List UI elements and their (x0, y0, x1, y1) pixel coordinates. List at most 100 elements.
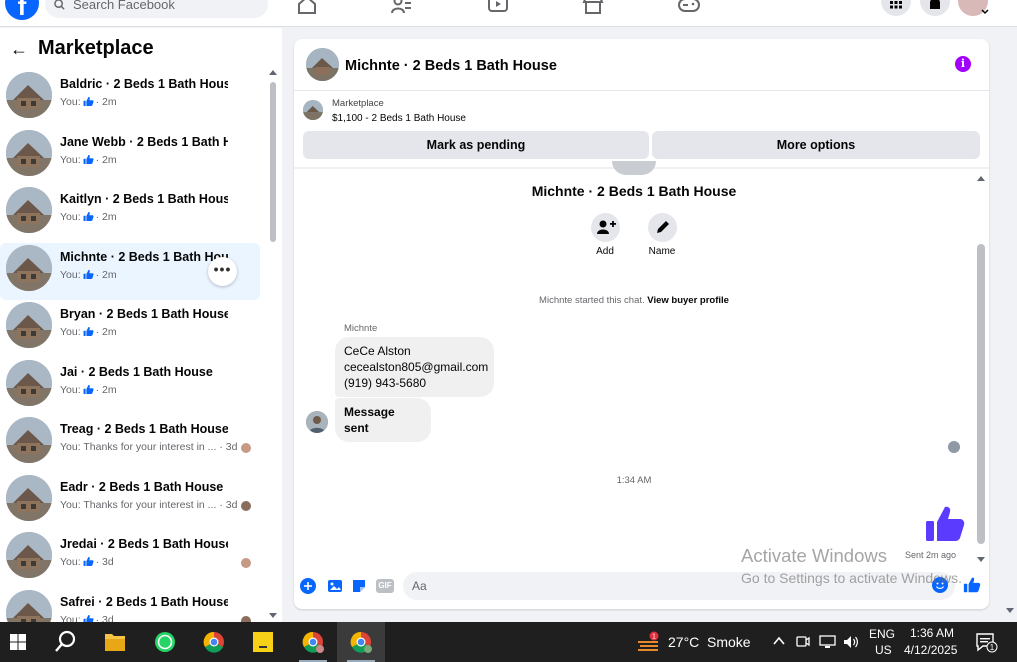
pencil-icon (656, 221, 669, 233)
notifications-button[interactable] (920, 0, 950, 16)
chevron-up-icon[interactable] (773, 636, 785, 646)
info-icon[interactable]: i (955, 56, 971, 72)
conversation-item[interactable]: Eadr · 2 Beds 1 Bath House You: Thanks fo… (0, 473, 260, 531)
conversation-item[interactable]: Treag · 2 Beds 1 Bath House You: Thanks f… (0, 415, 260, 473)
home-icon[interactable] (296, 0, 318, 14)
snippet-prefix: You: (60, 153, 81, 166)
sidebar-scrollbar[interactable] (268, 68, 278, 620)
conversation-item[interactable]: Michnte · 2 Beds 1 Bath House You: · 2m ••• (0, 242, 260, 300)
search-placeholder: Search Facebook (73, 0, 175, 12)
file-explorer-button[interactable] (91, 622, 139, 662)
conversation-item[interactable]: Safrei · 2 Beds 1 Bath House You: · 3d (0, 588, 260, 622)
conversation-list: Baldric · 2 Beds 1 Bath House You: · 2m Jan… (0, 70, 262, 622)
conversation-thumbnail (6, 129, 52, 176)
conversation-snippet: You: · 2m (60, 384, 117, 396)
chrome-active-button[interactable] (337, 622, 385, 662)
windows-taskbar: 1 27°C Smoke ENG US 1:36 AM 4/12/2025 1 (0, 622, 1017, 662)
back-arrow-icon[interactable]: ← (10, 39, 28, 60)
scrollbar-thumb[interactable] (977, 244, 985, 544)
friends-icon[interactable] (390, 0, 412, 14)
chevron-down-icon[interactable] (981, 9, 989, 15)
sidebar-title: Marketplace (38, 37, 154, 59)
view-buyer-profile-link[interactable]: View buyer profile (647, 295, 729, 306)
search-button[interactable] (41, 622, 89, 662)
activate-windows-instructions: Go to Settings to activate Windows. (741, 570, 962, 586)
house-photo-icon (6, 129, 52, 176)
bell-icon (930, 0, 940, 9)
conversation-item[interactable]: Kaitlyn · 2 Beds 1 Bath House You: · 2m (0, 185, 260, 243)
edit-name-action[interactable]: Name (642, 213, 682, 257)
thumbs-up-icon (83, 326, 94, 336)
keyboard-layout[interactable]: US (875, 643, 892, 657)
chrome-button[interactable] (190, 622, 238, 662)
sender-avatar[interactable] (306, 411, 328, 433)
facebook-logo[interactable]: f (5, 0, 39, 21)
house-photo-icon (306, 48, 339, 81)
seen-indicator-avatar (948, 441, 960, 453)
message-input-placeholder: Aa (412, 579, 427, 593)
thumbs-up-icon (83, 269, 94, 279)
search-input[interactable]: Search Facebook (45, 0, 268, 18)
house-photo-icon (6, 589, 52, 622)
snippet-prefix: You: (60, 211, 81, 223)
add-friend-action[interactable]: Add (585, 213, 625, 257)
incoming-message[interactable]: CeCe Alston cecealston805@gmail.com (919… (335, 337, 494, 397)
thumbs-up-sticker-icon (926, 506, 965, 541)
plus-icon[interactable] (300, 578, 316, 594)
clock-date[interactable]: 4/12/2025 (904, 643, 957, 657)
listing-thumbnail[interactable] (306, 48, 339, 81)
scroll-up-arrow[interactable] (269, 70, 277, 75)
scroll-up-arrow[interactable] (977, 176, 985, 181)
conversation-item[interactable]: Jai · 2 Beds 1 Bath House You: · 2m (0, 358, 260, 416)
conversation-snippet: You: · 2m (60, 96, 117, 108)
weather-icon[interactable]: 1 (636, 631, 662, 653)
conversation-snippet: You: Thanks for your interest in ... · 3… (60, 441, 237, 453)
menu-grid-button[interactable] (881, 0, 911, 16)
gif-button[interactable]: GIF (376, 579, 394, 593)
conversation-item[interactable]: Jredai · 2 Beds 1 Bath House You: · 3d (0, 530, 260, 588)
conversation-item[interactable]: Baldric · 2 Beds 1 Bath House You: · 2m (0, 70, 260, 128)
scroll-down-arrow[interactable] (977, 557, 985, 562)
chrome-profile-button[interactable] (289, 622, 337, 662)
mark-as-pending-button[interactable]: Mark as pending (303, 131, 649, 159)
house-photo-icon (6, 359, 52, 406)
snippet-time: · 3d (219, 498, 238, 511)
add-label: Add (596, 246, 614, 257)
network-icon[interactable] (819, 634, 836, 650)
gaming-icon[interactable] (678, 0, 700, 14)
marketplace-icon[interactable] (582, 0, 604, 14)
listing-thumbnail-small (303, 100, 323, 120)
sticky-note-icon (253, 632, 273, 652)
sticky-notes-button[interactable] (239, 622, 287, 662)
name-label: Name (648, 246, 676, 257)
conversation-item[interactable]: Jane Webb · 2 Beds 1 Bath House You: · 2m (0, 128, 260, 186)
whatsapp-button[interactable] (141, 622, 189, 662)
more-actions-button[interactable]: ••• (208, 256, 237, 286)
language-indicator[interactable]: ENG (869, 627, 895, 641)
more-options-button[interactable]: More options (652, 131, 980, 159)
incoming-message[interactable]: Message sent (335, 398, 431, 442)
sticker-icon[interactable] (351, 578, 367, 594)
weather-temperature[interactable]: 27°C (668, 634, 699, 650)
conversation-thumbnail (6, 244, 52, 291)
chat-started-notice: Michnte started this chat. View buyer pr… (294, 295, 974, 306)
snippet-prefix: You: (60, 383, 81, 396)
chat-header: Michnte · 2 Beds 1 Bath House i (294, 39, 989, 91)
listing-summary[interactable]: Marketplace $1,100 - 2 Beds 1 Bath House (294, 92, 989, 130)
notification-center-icon[interactable]: 1 (975, 632, 999, 654)
conversation-item[interactable]: Bryan · 2 Beds 1 Bath House You: · 2m (0, 300, 260, 358)
scroll-down-arrow[interactable] (269, 613, 277, 618)
photo-icon[interactable] (327, 578, 343, 594)
clock-time[interactable]: 1:36 AM (909, 626, 955, 640)
sender-name: Michnte (344, 323, 378, 334)
page-scroll-down-arrow[interactable] (1006, 608, 1014, 613)
scrollbar-thumb[interactable] (270, 82, 276, 242)
sent-status: Sent 2m ago (905, 550, 957, 560)
video-icon[interactable] (487, 0, 509, 14)
volume-icon[interactable] (843, 634, 860, 650)
snippet-prefix: You: (60, 96, 81, 108)
send-like-icon[interactable] (963, 576, 981, 594)
meet-now-icon[interactable] (796, 634, 810, 650)
chat-scrollbar[interactable] (974, 174, 988, 564)
weather-description[interactable]: Smoke (707, 634, 751, 650)
